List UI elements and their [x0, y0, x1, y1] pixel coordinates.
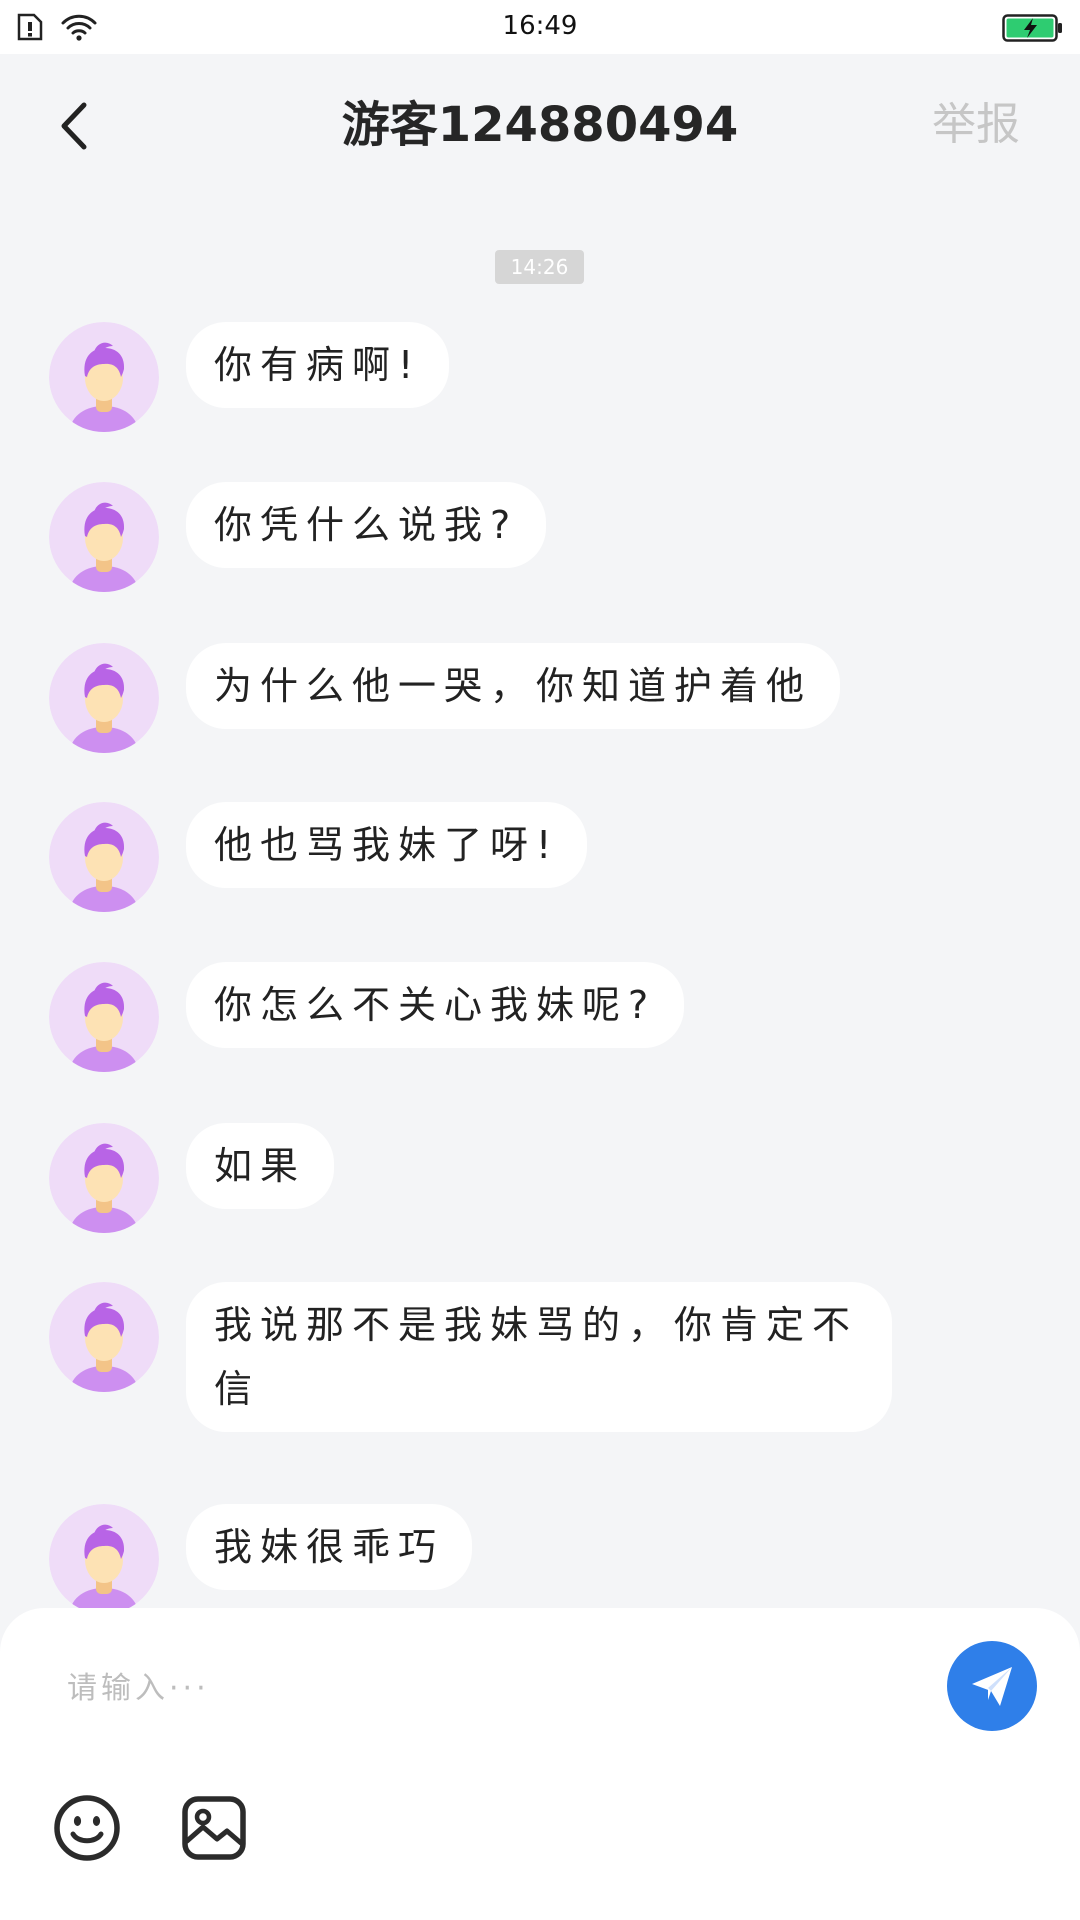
message-row: 为什么他一哭，你知道护着他 — [49, 643, 841, 753]
message-row: 你怎么不关心我妹呢? — [49, 962, 685, 1072]
emoji-icon — [54, 1795, 120, 1861]
page-title: 游客124880494 — [341, 97, 739, 153]
message-row: 如果 — [49, 1123, 335, 1233]
avatar[interactable] — [49, 802, 159, 912]
battery-charging-icon — [1002, 14, 1064, 46]
message-composer — [0, 1608, 1080, 1920]
avatar[interactable] — [49, 482, 159, 592]
message-bubble[interactable]: 如果 — [186, 1123, 335, 1209]
message-row: 你有病啊! — [49, 322, 450, 432]
avatar[interactable] — [49, 962, 159, 1072]
send-button[interactable] — [947, 1641, 1037, 1731]
message-bubble[interactable]: 我妹很乖巧 — [186, 1504, 473, 1590]
message-bubble[interactable]: 为什么他一哭，你知道护着他 — [186, 643, 841, 729]
emoji-button[interactable] — [53, 1794, 121, 1862]
avatar[interactable] — [49, 1282, 159, 1392]
status-time: 16:49 — [502, 11, 578, 41]
message-row: 我说那不是我妹骂的，你肯定不信 — [49, 1282, 892, 1432]
message-row: 我妹很乖巧 — [49, 1504, 473, 1614]
avatar[interactable] — [49, 1504, 159, 1614]
message-bubble[interactable]: 他也骂我妹了呀! — [186, 802, 588, 888]
message-bubble[interactable]: 你怎么不关心我妹呢? — [186, 962, 685, 1048]
image-button[interactable] — [180, 1794, 248, 1862]
status-bar: 16:49 — [0, 0, 1080, 54]
paper-plane-icon — [972, 1667, 1012, 1706]
message-row: 你凭什么说我? — [49, 482, 547, 592]
report-button[interactable]: 举报 — [932, 98, 1020, 152]
avatar[interactable] — [49, 643, 159, 753]
avatar[interactable] — [49, 1123, 159, 1233]
message-input[interactable] — [67, 1660, 887, 1716]
image-icon — [182, 1796, 246, 1860]
avatar[interactable] — [49, 322, 159, 432]
message-bubble[interactable]: 我说那不是我妹骂的，你肯定不信 — [186, 1282, 892, 1432]
chat-timestamp: 14:26 — [495, 250, 584, 284]
message-bubble[interactable]: 你凭什么说我? — [186, 482, 547, 568]
message-row: 他也骂我妹了呀! — [49, 802, 588, 912]
message-bubble[interactable]: 你有病啊! — [186, 322, 450, 408]
